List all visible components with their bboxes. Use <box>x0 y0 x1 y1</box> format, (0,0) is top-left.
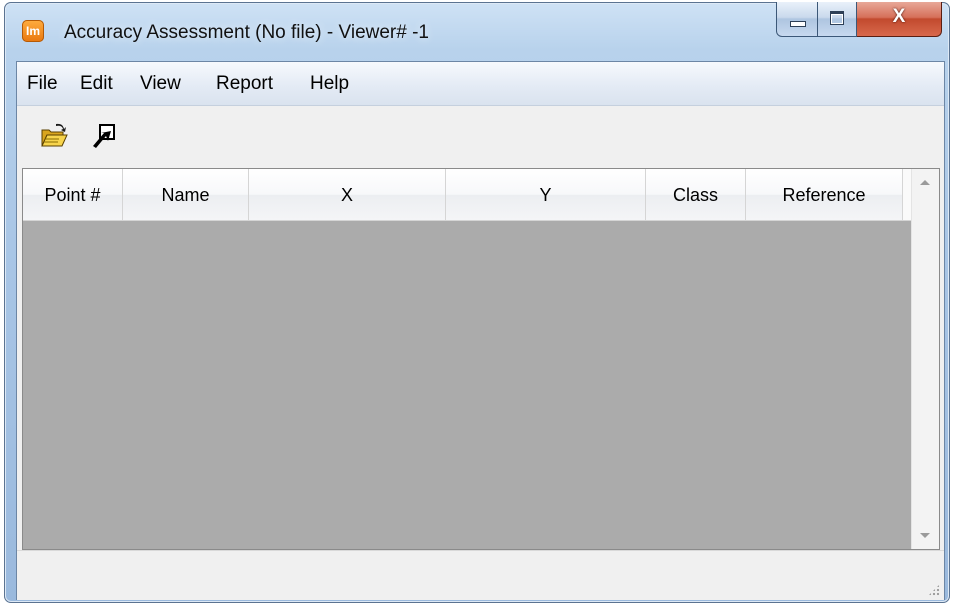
title-bar[interactable]: Im Accuracy Assessment (No file) - Viewe… <box>4 2 950 60</box>
app-icon[interactable]: Im <box>22 20 44 42</box>
column-header-x[interactable]: X <box>249 169 446 221</box>
close-icon: X <box>892 6 906 27</box>
table-header: Point # Name X Y Class Reference <box>23 169 912 221</box>
open-file-button[interactable] <box>39 121 69 151</box>
accuracy-table[interactable]: Point # Name X Y Class Reference <box>22 168 940 550</box>
client-area: File Edit View Report Help Point # Name … <box>16 61 945 600</box>
minimize-button[interactable] <box>776 2 818 37</box>
caption-buttons: X <box>776 2 942 38</box>
close-button[interactable]: X <box>857 2 942 37</box>
select-point-button[interactable] <box>88 121 118 151</box>
menu-help[interactable]: Help <box>310 73 349 95</box>
column-header-y[interactable]: Y <box>446 169 646 221</box>
app-window: Im Accuracy Assessment (No file) - Viewe… <box>4 2 950 603</box>
menu-file[interactable]: File <box>27 73 58 95</box>
menu-edit[interactable]: Edit <box>80 73 113 95</box>
scroll-down-icon[interactable] <box>920 533 930 538</box>
cursor-select-icon <box>93 124 115 148</box>
vertical-scrollbar[interactable] <box>911 169 939 549</box>
resize-grip-icon[interactable] <box>928 584 940 596</box>
menu-bar: File Edit View Report Help <box>17 62 944 106</box>
toolbar <box>17 107 944 164</box>
minimize-icon <box>790 21 806 27</box>
scroll-up-icon[interactable] <box>920 180 930 185</box>
column-header-name[interactable]: Name <box>123 169 249 221</box>
open-folder-icon <box>41 123 68 147</box>
column-header-reference[interactable]: Reference <box>746 169 903 221</box>
menu-view[interactable]: View <box>140 73 181 95</box>
window-title: Accuracy Assessment (No file) - Viewer# … <box>64 22 429 43</box>
maximize-icon <box>830 11 844 25</box>
maximize-button[interactable] <box>818 2 857 37</box>
column-header-class[interactable]: Class <box>646 169 746 221</box>
column-header-point[interactable]: Point # <box>23 169 123 221</box>
menu-report[interactable]: Report <box>216 73 273 95</box>
status-bar <box>17 550 944 600</box>
